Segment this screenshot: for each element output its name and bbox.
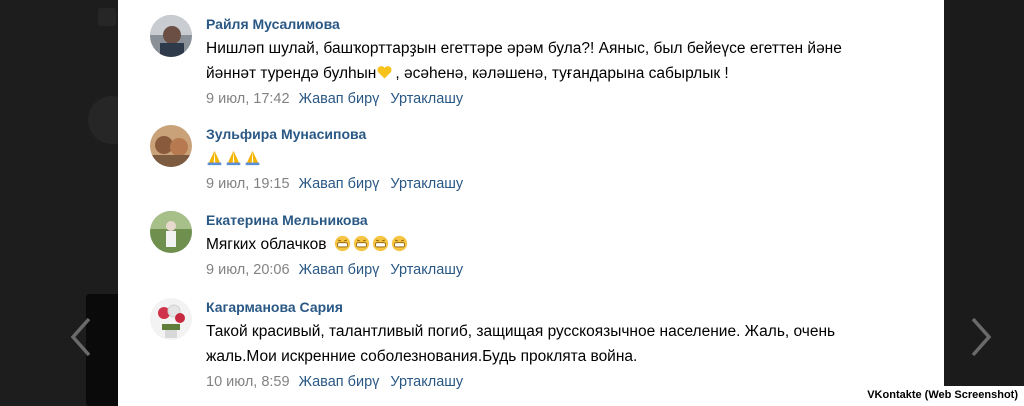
- next-photo-button[interactable]: [964, 312, 998, 362]
- comment-author-link[interactable]: Екатерина Мельникова: [206, 211, 930, 229]
- avatar[interactable]: [150, 125, 192, 167]
- folded-hands-icon: [207, 150, 222, 166]
- yellow-heart-icon: [377, 66, 392, 79]
- avatar[interactable]: [150, 298, 192, 340]
- avatar[interactable]: [150, 15, 192, 57]
- comment-text-line: , әсәһенә, кәләшенә, туғандарына сабырлы…: [395, 65, 729, 82]
- comment-text: Такой красивый, талантливый погиб, защищ…: [206, 319, 930, 369]
- comment-meta: 9 июл, 19:15 Жавап бирү Уртаклашу: [206, 175, 930, 193]
- reply-link[interactable]: Жавап бирү: [299, 91, 380, 107]
- comment-meta: 9 июл, 17:42 Жавап бирү Уртаклашу: [206, 90, 930, 108]
- background-avatar: [88, 96, 118, 144]
- comment-text: Мягких облачков: [206, 232, 930, 257]
- share-link[interactable]: Уртаклашу: [390, 176, 463, 192]
- comment-timestamp[interactable]: 10 июл, 8:59: [206, 374, 290, 390]
- comment-timestamp[interactable]: 9 июл, 17:42: [206, 91, 290, 107]
- grinning-face-icon: [334, 235, 350, 252]
- chevron-right-icon: [971, 317, 992, 357]
- comment-text: Нишләп шулай, башҡорттарҙын егеттәре әрә…: [206, 36, 930, 86]
- comment-author-link[interactable]: Зульфира Мунасипова: [206, 125, 930, 143]
- avatar[interactable]: [150, 211, 192, 253]
- background-icon: [98, 8, 116, 26]
- comment-meta: 10 июл, 8:59 Жавап бирү Уртаклашу: [206, 373, 930, 391]
- screenshot-credit: VKontakte (Web Screenshot): [861, 386, 1024, 406]
- comment-text-line: Мягких облачков: [206, 236, 327, 253]
- grinning-face-icon: [391, 235, 407, 252]
- grinning-face-icon: [372, 235, 388, 252]
- reply-link[interactable]: Жавап бирү: [299, 262, 380, 278]
- share-link[interactable]: Уртаклашу: [390, 374, 463, 390]
- folded-hands-icon: [245, 150, 260, 166]
- comment-text-line: Такой красивый, талантливый погиб, защищ…: [206, 323, 836, 340]
- comment-text-line: жаль.Мои искренние соболезнования.Будь п…: [206, 348, 638, 365]
- reply-link[interactable]: Жавап бирү: [299, 176, 380, 192]
- grinning-face-icon: [353, 235, 369, 252]
- comment-text-line: йәннәт турендә булһын: [206, 65, 377, 82]
- previous-photo-button[interactable]: [64, 312, 98, 362]
- reply-link[interactable]: Жавап бирү: [299, 374, 380, 390]
- comment-timestamp[interactable]: 9 июл, 19:15: [206, 176, 290, 192]
- comments-panel: Райля Мусалимова Нишләп шулай, башҡортта…: [118, 0, 944, 406]
- comment-text: [206, 146, 930, 171]
- comment-text-line: Нишләп шулай, башҡорттарҙын егеттәре әрә…: [206, 40, 842, 57]
- share-link[interactable]: Уртаклашу: [390, 262, 463, 278]
- comment-timestamp[interactable]: 9 июл, 20:06: [206, 262, 290, 278]
- chevron-left-icon: [70, 317, 91, 357]
- comment-meta: 9 июл, 20:06 Жавап бирү Уртаклашу: [206, 261, 930, 279]
- folded-hands-icon: [226, 150, 241, 166]
- share-link[interactable]: Уртаклашу: [390, 91, 463, 107]
- comment-author-link[interactable]: Кагарманова Сария: [206, 298, 930, 316]
- comment-author-link[interactable]: Райля Мусалимова: [206, 15, 930, 33]
